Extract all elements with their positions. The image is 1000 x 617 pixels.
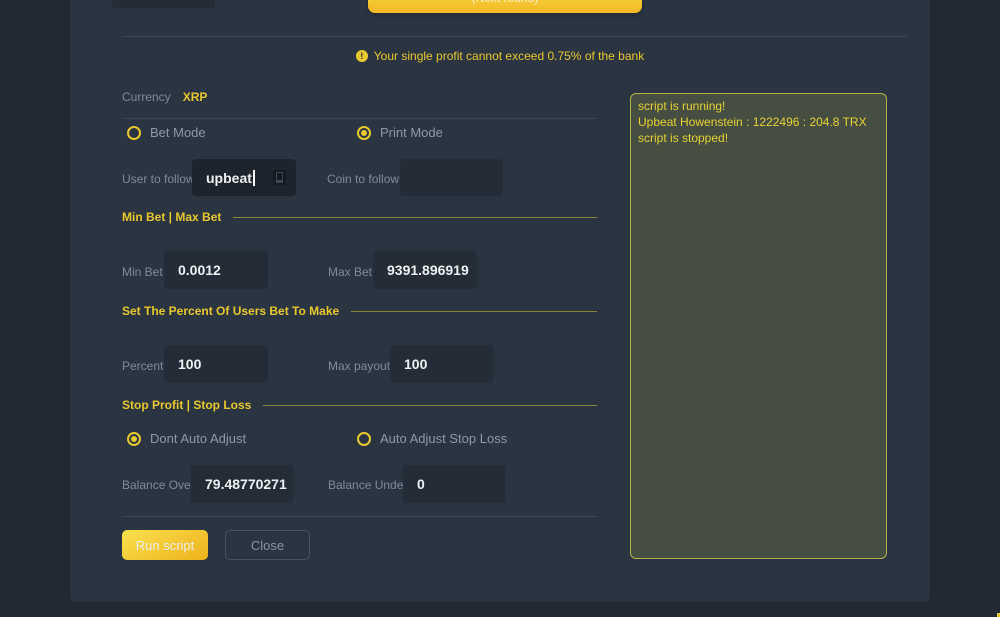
bet-next-round-button[interactable]: (Next round) — [368, 0, 642, 13]
dont-auto-adjust-label: Dont Auto Adjust — [150, 431, 246, 446]
currency-label: Currency — [122, 90, 171, 104]
auto-adjust-stop-loss-radio[interactable]: Auto Adjust Stop Loss — [357, 431, 507, 446]
radio-icon — [357, 432, 371, 446]
user-to-follow-value: upbeat — [206, 170, 252, 186]
max-payout-input[interactable] — [390, 345, 493, 383]
max-bet-label: Max Bet — [328, 265, 372, 279]
balance-over-input[interactable] — [191, 465, 293, 503]
warning-text: Your single profit cannot exceed 0.75% o… — [374, 49, 644, 63]
alert-circle-icon: ! — [356, 50, 368, 62]
currency-value[interactable]: XRP — [183, 90, 208, 104]
profit-warning: ! Your single profit cannot exceed 0.75%… — [70, 49, 930, 63]
cut-off-input[interactable] — [112, 0, 215, 8]
log-line: Upbeat Howenstein : 1222496 : 204.8 TRX — [638, 114, 879, 130]
user-to-follow-input[interactable]: upbeat — [192, 159, 296, 196]
percent-section-title: Set The Percent Of Users Bet To Make — [122, 304, 339, 318]
auto-adjust-stop-loss-label: Auto Adjust Stop Loss — [380, 431, 507, 446]
section-rule — [351, 311, 597, 312]
currency-row: Currency XRP — [122, 90, 207, 104]
script-log-console[interactable]: script is running! Upbeat Howenstein : 1… — [630, 93, 887, 559]
log-line: script is running! — [638, 98, 879, 114]
section-rule — [263, 405, 597, 406]
section-rule — [233, 217, 597, 218]
radio-checked-icon — [127, 432, 141, 446]
actions-divider — [122, 516, 597, 517]
stop-section-title: Stop Profit | Stop Loss — [122, 398, 251, 412]
min-bet-input[interactable] — [164, 251, 268, 289]
page-background: (Next round) ! Your single profit cannot… — [0, 0, 1000, 617]
script-dialog-panel: (Next round) ! Your single profit cannot… — [70, 0, 930, 602]
percent-section-header: Set The Percent Of Users Bet To Make — [122, 304, 597, 318]
bet-section-title: Min Bet | Max Bet — [122, 210, 221, 224]
percent-label: Percent — [122, 359, 163, 373]
min-bet-label: Min Bet — [122, 265, 163, 279]
run-script-button[interactable]: Run script — [122, 530, 208, 560]
coin-to-follow-label: Coin to follow — [327, 172, 399, 186]
bet-mode-radio[interactable]: Bet Mode — [127, 125, 206, 140]
radio-checked-icon — [357, 126, 371, 140]
top-divider — [122, 36, 908, 37]
balance-over-label: Balance Over — [122, 478, 195, 492]
coin-to-follow-input[interactable] — [400, 159, 503, 196]
balance-under-label: Balance Under — [328, 478, 407, 492]
stop-section-header: Stop Profit | Stop Loss — [122, 398, 597, 412]
print-mode-radio[interactable]: Print Mode — [357, 125, 443, 140]
user-to-follow-label: User to follow — [122, 172, 195, 186]
text-caret — [253, 170, 255, 186]
log-line: script is stopped! — [638, 130, 879, 146]
dont-auto-adjust-radio[interactable]: Dont Auto Adjust — [127, 431, 246, 446]
bet-mode-label: Bet Mode — [150, 125, 206, 140]
close-button[interactable]: Close — [225, 530, 310, 560]
currency-divider — [122, 118, 597, 119]
max-payout-label: Max payout — [328, 359, 390, 373]
bet-section-header: Min Bet | Max Bet — [122, 210, 597, 224]
radio-icon — [127, 126, 141, 140]
balance-under-input[interactable] — [403, 465, 505, 503]
keyboard-icon — [273, 170, 286, 185]
print-mode-label: Print Mode — [380, 125, 443, 140]
max-bet-input[interactable] — [373, 251, 477, 289]
percent-input[interactable] — [164, 345, 268, 383]
